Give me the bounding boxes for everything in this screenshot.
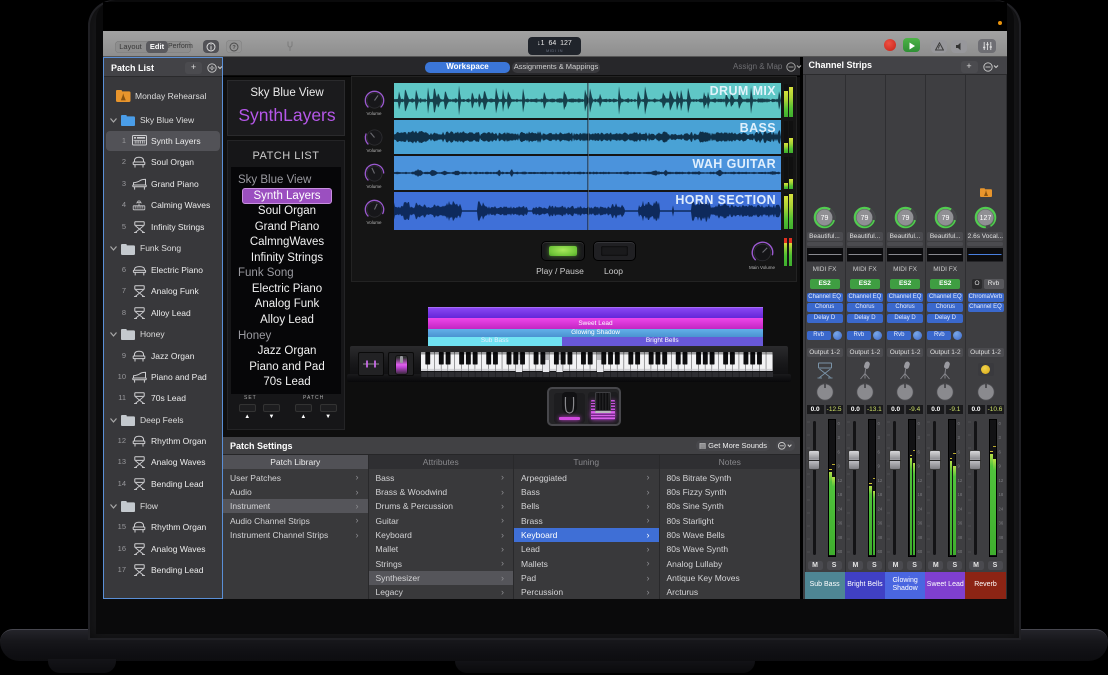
svg-text:18: 18 [837,492,842,497]
svg-text:36: 36 [998,521,1003,526]
svg-text:48: 48 [998,535,1003,540]
svg-text:24: 24 [918,506,923,511]
svg-text:3: 3 [837,435,840,440]
svg-text:9: 9 [958,464,961,469]
svg-text:3: 3 [958,435,961,440]
svg-text:127: 127 [980,215,992,222]
svg-text:48: 48 [877,535,882,540]
svg-text:3: 3 [998,435,1001,440]
svg-text:60: 60 [918,549,923,554]
svg-text:6: 6 [837,449,840,454]
svg-text:18: 18 [918,492,923,497]
svg-text:24: 24 [998,506,1003,511]
svg-text:60: 60 [958,549,963,554]
svg-text:36: 36 [837,521,842,526]
svg-text:36: 36 [877,521,882,526]
svg-text:18: 18 [998,492,1003,497]
svg-text:9: 9 [877,464,880,469]
svg-text:0: 0 [958,421,961,426]
svg-text:0: 0 [877,421,880,426]
svg-text:12: 12 [837,478,842,483]
svg-text:18: 18 [877,492,882,497]
svg-text:12: 12 [958,478,963,483]
svg-text:60: 60 [877,549,882,554]
svg-text:60: 60 [837,549,842,554]
svg-text:24: 24 [877,506,882,511]
svg-text:48: 48 [918,535,923,540]
svg-text:79: 79 [821,215,829,222]
svg-text:24: 24 [958,506,963,511]
svg-text:6: 6 [998,449,1001,454]
svg-text:36: 36 [958,521,963,526]
svg-text:12: 12 [877,478,882,483]
svg-text:6: 6 [918,449,921,454]
svg-text:9: 9 [998,464,1001,469]
svg-text:48: 48 [837,535,842,540]
svg-text:36: 36 [918,521,923,526]
svg-text:18: 18 [958,492,963,497]
svg-text:12: 12 [918,478,923,483]
svg-text:24: 24 [837,506,842,511]
svg-text:79: 79 [901,215,909,222]
svg-text:0: 0 [837,421,840,426]
svg-text:48: 48 [958,535,963,540]
svg-text:79: 79 [941,215,949,222]
svg-text:9: 9 [837,464,840,469]
svg-text:6: 6 [877,449,880,454]
svg-text:0: 0 [918,421,921,426]
svg-text:0: 0 [998,421,1001,426]
svg-text:6: 6 [958,449,961,454]
svg-text:12: 12 [998,478,1003,483]
svg-text:3: 3 [918,435,921,440]
svg-text:3: 3 [877,435,880,440]
svg-text:9: 9 [918,464,921,469]
svg-text:60: 60 [998,549,1003,554]
svg-text:79: 79 [861,215,869,222]
